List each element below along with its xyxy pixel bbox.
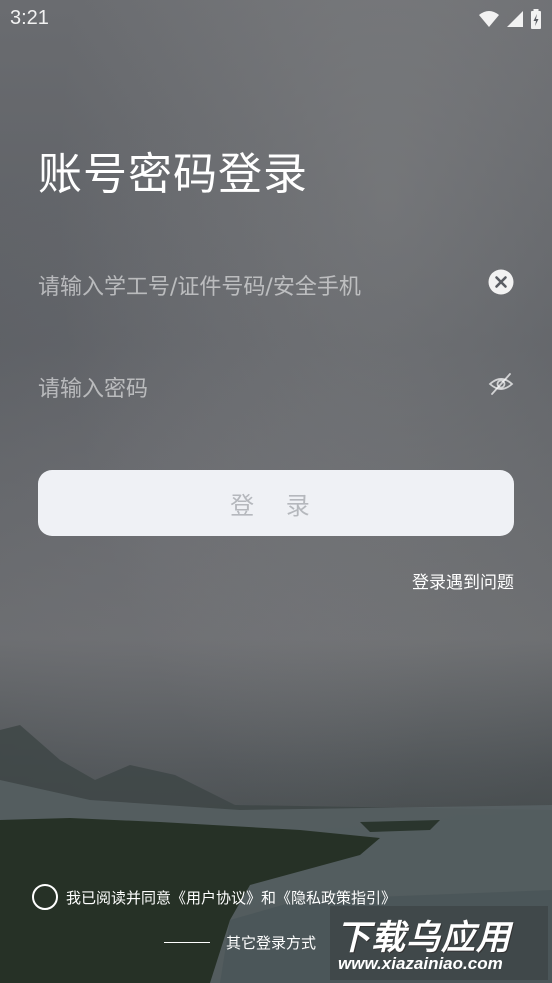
privacy-policy-link[interactable]: 《隐私政策指引》 [276,887,396,908]
signal-icon [507,11,523,27]
user-agreement-link[interactable]: 《用户协议》 [171,887,261,908]
login-help-link[interactable]: 登录遇到问题 [412,568,514,593]
account-input-placeholder: 请输入学工号/证件号码/安全手机 [38,275,361,300]
clear-circle-icon[interactable] [488,269,514,295]
watermark-url: www.xiazainiao.com [338,954,503,973]
status-bar: 3:21 [0,0,552,38]
agree-radio-button[interactable] [32,884,58,910]
password-input[interactable]: 请输入密码 [38,359,514,409]
account-input[interactable]: 请输入学工号/证件号码/安全手机 [38,257,514,307]
other-login-label: 其它登录方式 [226,934,317,952]
wifi-icon [479,11,499,27]
other-login-methods[interactable]: 其它登录方式 [164,932,316,953]
login-button[interactable]: 登 录 [38,470,514,536]
agreement-conjunction: 和 [261,888,277,907]
page-title: 账号密码登录 [38,149,308,200]
divider-line [164,942,210,943]
battery-icon [531,9,541,29]
agreement-prefix: 我已阅读并同意 [66,888,172,907]
watermark-title: 下载乌应用 [336,918,511,958]
eye-off-icon[interactable] [488,371,514,397]
password-input-placeholder: 请输入密码 [38,377,149,402]
watermark-logo: 下载乌应用 www.xiazainiao.com [330,906,548,980]
status-time: 3:21 [10,7,49,29]
system-icons [478,9,542,29]
